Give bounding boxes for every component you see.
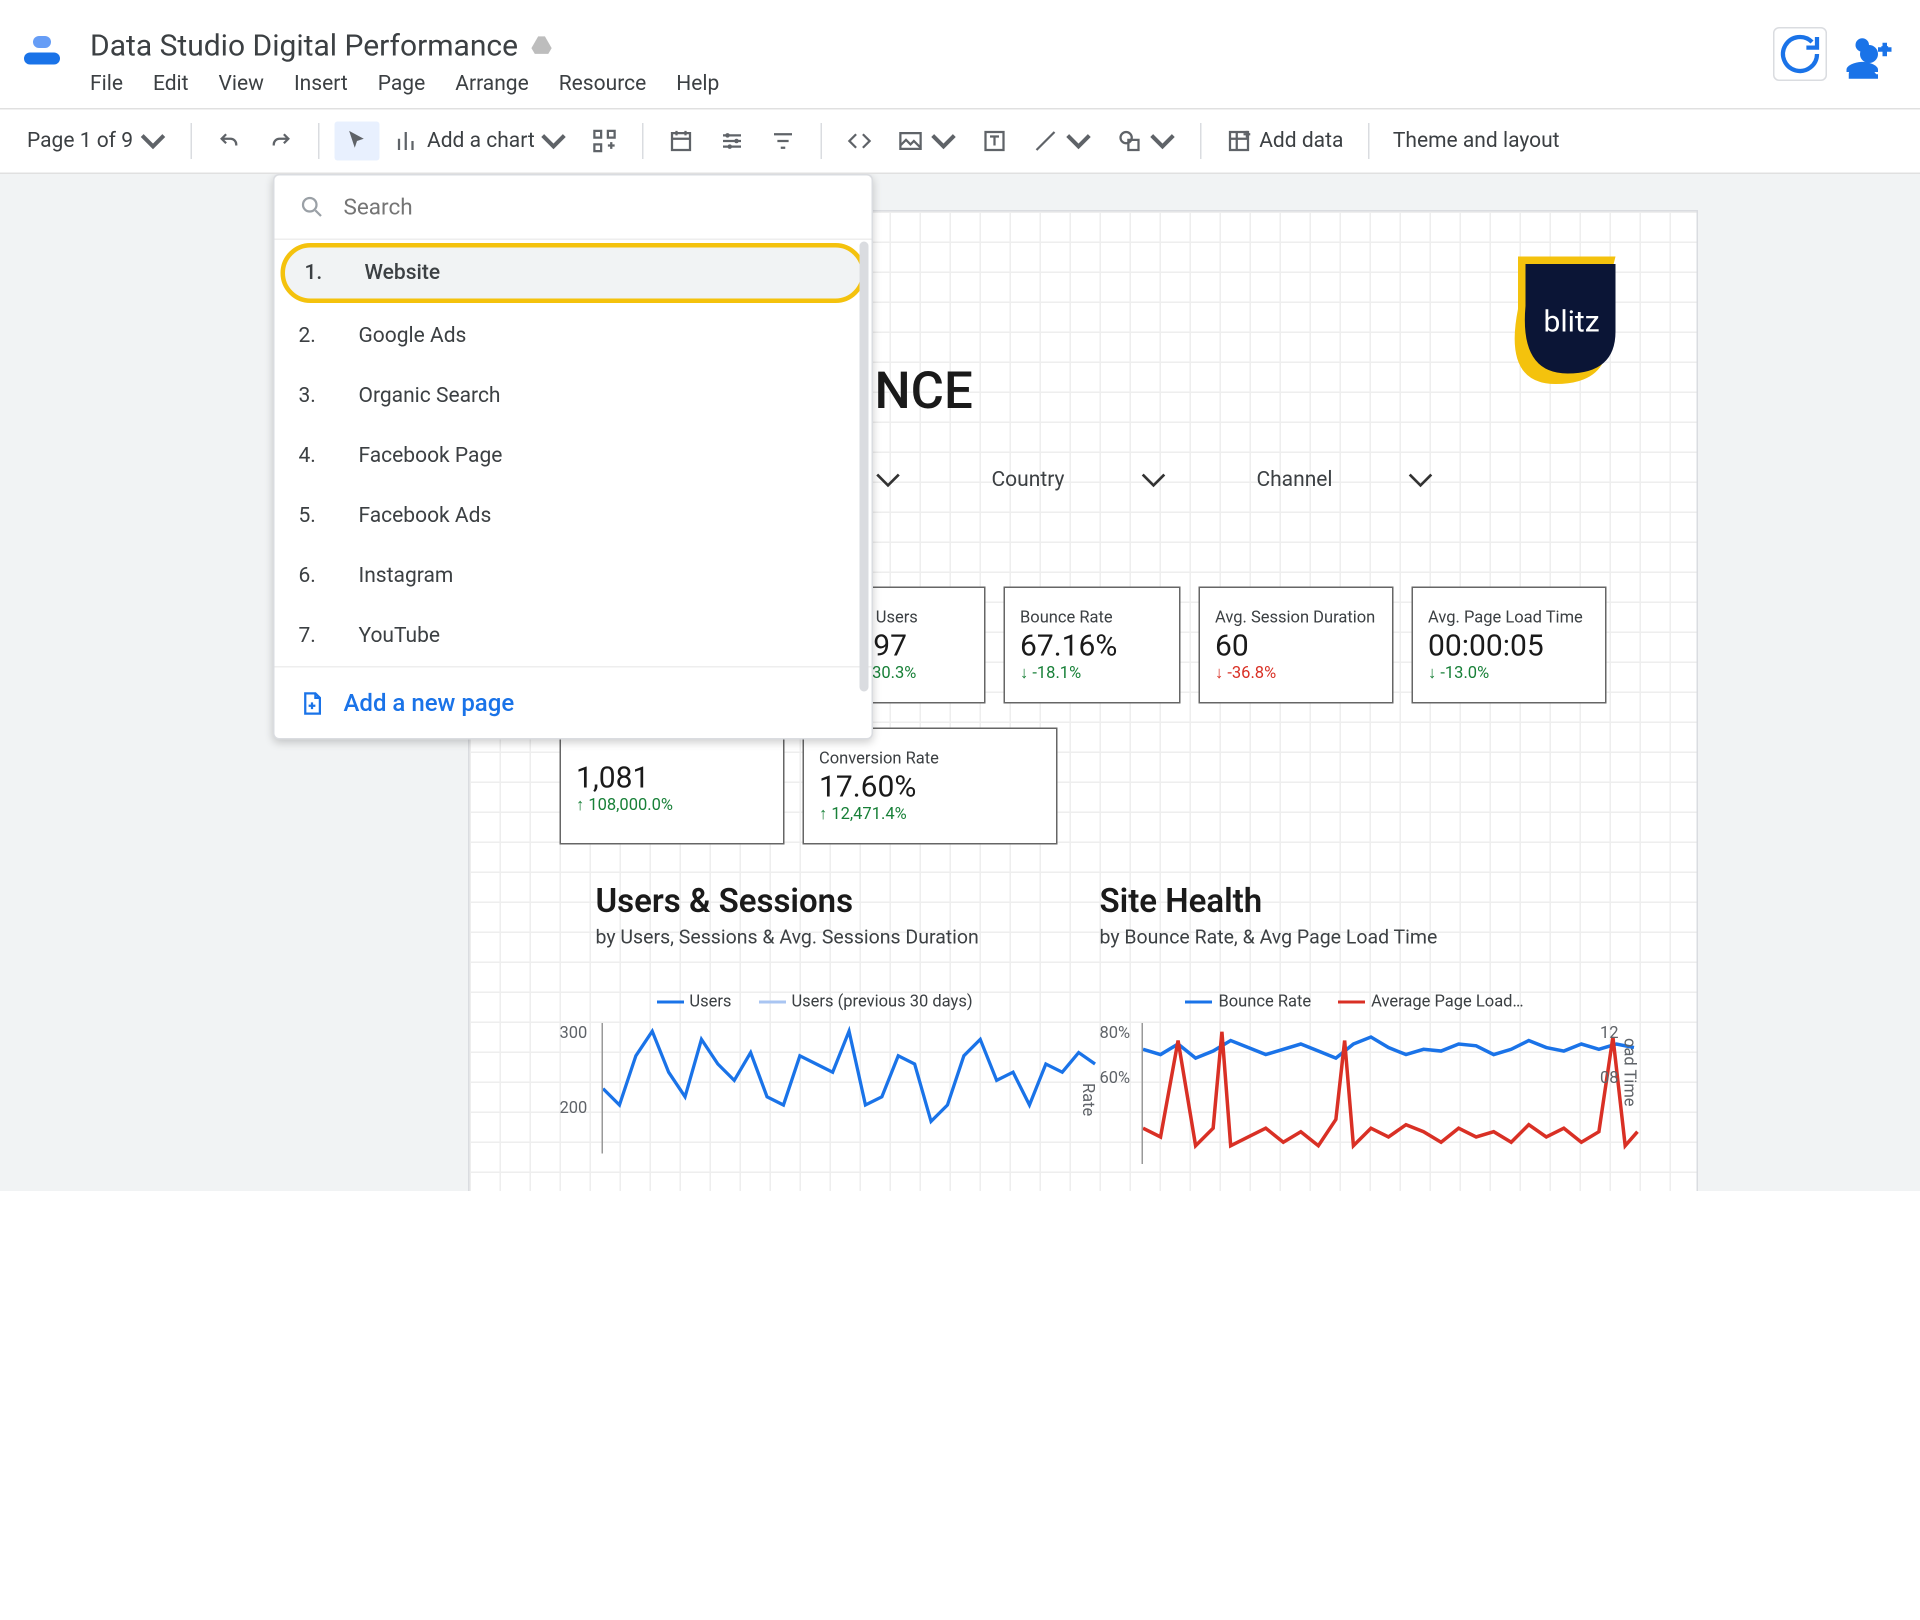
card-page-load: Avg. Page Load Time 00:00:05 ↓ -13.0% [1412,587,1607,704]
code-icon [847,128,874,155]
users-sessions-chart: Users Users (previous 30 days) 300 200 [560,992,1070,1161]
search-input[interactable] [344,194,848,221]
slider-icon [719,128,746,155]
svg-text:blitz: blitz [1544,305,1600,340]
canvas-area: NCE blitz Country Channel Metrics ew Use… [0,174,1920,1191]
redo-button[interactable] [258,122,303,161]
line-icon [1033,128,1060,155]
dropdown-icon [931,128,958,155]
dropdown-icon [1150,128,1177,155]
page-search [275,176,872,239]
filter-hidden[interactable] [875,467,902,494]
page-item-website[interactable]: 1.Website [281,243,866,303]
share-button[interactable] [1842,27,1896,81]
menu-arrange[interactable]: Arrange [455,72,528,96]
image-icon [898,128,925,155]
add-data-button[interactable]: Add data [1217,122,1352,161]
line-button[interactable] [1024,122,1102,161]
document-title[interactable]: Data Studio Digital Performance [90,27,719,63]
database-icon [1226,128,1253,155]
dropdown-icon [1139,467,1166,494]
shape-button[interactable] [1108,122,1186,161]
drive-icon [530,32,557,59]
menubar: File Edit View Insert Page Arrange Resou… [90,72,719,96]
card-bounce-rate: Bounce Rate 67.16% ↓ -18.1% [1004,587,1181,704]
filter-row: Country Channel [875,467,1637,494]
page-item-youtube[interactable]: 7.YouTube [275,606,872,666]
chart-icon [394,128,421,155]
menu-edit[interactable]: Edit [153,72,189,96]
theme-layout-button[interactable]: Theme and layout [1384,123,1569,159]
select-tool[interactable] [334,122,379,161]
cursor-icon [343,128,370,155]
dropdown-icon [1066,128,1093,155]
filter-icon [770,128,797,155]
datastudio-logo-icon [24,27,78,81]
undo-icon [216,128,243,155]
metric-cards-row2: 1,081 ↑ 108,000.0% Conversion Rate 17.60… [560,728,1058,845]
card-conversion: Conversion Rate 17.60% ↑ 12,471.4% [803,728,1058,845]
dropdown-icon [1408,467,1435,494]
site-health-heading: Site Health by Bounce Rate, & Avg Page L… [1100,884,1438,950]
site-health-chart: Bounce Rate Average Page Load… 80% 60% 1… [1100,992,1610,1170]
blitz-logo: blitz [1511,257,1631,398]
calendar-icon [668,128,695,155]
image-button[interactable] [889,122,967,161]
add-page-icon [299,689,326,716]
menu-resource[interactable]: Resource [559,72,647,96]
search-icon [299,194,326,221]
page-item-organic-search[interactable]: 3.Organic Search [275,366,872,426]
menu-view[interactable]: View [219,72,264,96]
date-range-button[interactable] [659,122,704,161]
page-item-instagram[interactable]: 6.Instagram [275,546,872,606]
dropdown-icon [541,128,568,155]
refresh-button[interactable] [1773,27,1827,81]
toolbar: Page 1 of 9 Add a chart Add data Theme a… [0,108,1920,174]
page-list: 1.Website 2.Google Ads 3.Organic Search … [275,239,872,667]
page-item-google-ads[interactable]: 2.Google Ads [275,306,872,366]
redo-icon [267,128,294,155]
dropdown-icon [139,128,166,155]
app-header: Data Studio Digital Performance File Edi… [0,0,1920,96]
filter-country[interactable]: Country [992,467,1167,494]
community-viz-button[interactable] [583,122,628,161]
menu-file[interactable]: File [90,72,123,96]
users-sessions-heading: Users & Sessions by Users, Sessions & Av… [596,884,979,950]
filter-control-button[interactable] [710,122,755,161]
card-goal: 1,081 ↑ 108,000.0% [560,728,785,845]
card-session-duration: Avg. Session Duration 60 ↓ -36.8% [1199,587,1394,704]
menu-insert[interactable]: Insert [294,72,348,96]
text-button[interactable] [973,122,1018,161]
page-selector[interactable]: Page 1 of 9 [18,122,175,161]
metric-cards-row1: ew Users ,997 ↑ 930.3% Bounce Rate 67.16… [851,587,1607,704]
page-dropdown: 1.Website 2.Google Ads 3.Organic Search … [273,174,873,740]
menu-page[interactable]: Page [378,72,426,96]
page-item-facebook-ads[interactable]: 5.Facebook Ads [275,486,872,546]
undo-button[interactable] [207,122,252,161]
dropdown-icon [875,467,902,494]
embed-button[interactable] [838,122,883,161]
report-title: NCE [875,362,973,422]
shape-icon [1117,128,1144,155]
apps-icon [592,128,619,155]
data-control-button[interactable] [761,122,806,161]
text-icon [982,128,1009,155]
page-item-facebook-page[interactable]: 4.Facebook Page [275,426,872,486]
add-chart-button[interactable]: Add a chart [385,122,577,161]
filter-channel[interactable]: Channel [1256,467,1434,494]
menu-help[interactable]: Help [676,72,719,96]
add-new-page[interactable]: Add a new page [275,666,872,738]
scrollbar[interactable] [860,242,869,692]
